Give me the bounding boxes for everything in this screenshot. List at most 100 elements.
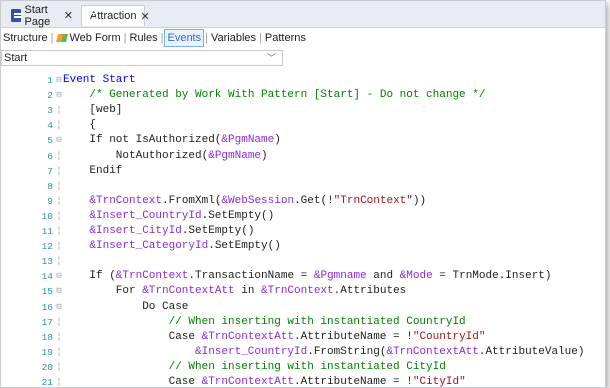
fold-toggle-icon[interactable]: ⊟ [55,284,63,299]
fold-guide: ¦ [56,180,62,191]
code-text: // When inserting with instantiated Coun… [169,315,466,330]
code-token: &Pgmname [313,270,367,283]
event-selector-value: Start [4,52,28,64]
code-token: .TransactionName = [188,270,314,283]
code-token: Event Start [63,74,136,86]
code-token: [web] [89,104,123,117]
code-token: &Insert_CountryId [89,209,202,222]
code-token: If not IsAuthorized( [89,134,222,147]
fold-guide: ¦ [56,195,62,206]
code-token: &TrnContextAtt [142,285,235,298]
code-text: If not IsAuthorized(&PgmName) [89,133,280,148]
tab-structure[interactable]: Structure [1,30,50,46]
code-line[interactable]: 5 ⊟ If not IsAuthorized(&PgmName) [1,133,605,148]
line-number: 12 [41,241,53,253]
fold-toggle-icon[interactable]: ⊟ [55,300,63,315]
code-token: &TrnContext [261,285,334,298]
code-token: &WebSession [221,194,295,207]
code-line[interactable]: 20 ¦ // When inserting with instantiated C… [1,360,605,375]
code-token: &TrnContextAtt [201,330,295,343]
fold-guide: ¦ [56,241,62,252]
code-line[interactable]: 10 ¦ &Insert_CountryId.SetEmpty() [1,209,605,224]
code-token: "CountryId" [412,330,486,343]
code-token: .SetEmpty() [208,240,281,253]
code-line[interactable]: 12 ¦ &Insert_CategoryId.SetEmpty() [1,239,605,254]
chevron-down-icon: ﹀ [266,53,276,63]
code-token: .Attributes [333,285,407,298]
code-line[interactable]: 7 ¦ Endif [1,164,605,179]
line-number: 18 [41,331,53,343]
code-text: Do Case [142,300,188,315]
line-number: 3 [47,105,53,117]
code-token: &TrnContextAtt [386,345,479,358]
line-number: 1 [47,75,53,86]
code-text: [web] [89,103,122,118]
code-line[interactable]: 13 ¦ [1,254,605,269]
line-number: 9 [47,195,53,207]
tab-start-page[interactable]: Start Page ✕ [7,4,77,28]
code-text: Case &TrnContextAtt.AttributeName = !"Co… [169,330,486,345]
line-number: 8 [47,180,53,192]
code-line[interactable]: 19 ¦ &Insert_CountryId.FromString(&TrnCont… [1,345,605,360]
line-number: 4 [47,120,53,132]
tab-variables[interactable]: Variables [209,30,258,46]
code-line[interactable]: 11 ¦ &Insert_CityId.SetEmpty() [1,224,605,239]
tab-attraction[interactable]: Attraction ✕ [81,5,150,26]
fold-guide: ¦ [56,120,62,131]
line-number: 20 [41,361,53,373]
code-editor[interactable]: 1 ⊟ Event Start 2 ⊟/* Generated by Work With… [1,70,605,387]
document-tab-bar: Start Page ✕ Attraction ✕ [1,1,605,28]
code-token: ) [274,134,281,147]
line-number: 19 [41,346,53,358]
tab-web-form-label: Web Form [69,32,121,44]
code-token: .AttributeName = ! [294,376,413,388]
code-line[interactable]: 18 ¦ Case &TrnContextAtt.AttributeName = !… [1,330,605,345]
line-number: 11 [41,226,53,237]
code-token: NotAuthorized( [115,149,209,162]
tab-web-form[interactable]: Web Form [55,30,123,46]
code-token: Do Case [142,300,189,313]
code-line[interactable]: 4 ¦ { [1,118,605,133]
code-line[interactable]: 1 ⊟ Event Start [1,73,605,88]
line-number: 10 [41,210,53,222]
code-text: // When inserting with instantiated City… [169,360,446,375]
code-token: // When inserting with instantiated City… [168,360,446,373]
code-token: "TrnContext" [333,194,413,207]
close-icon[interactable]: ✕ [64,9,73,22]
code-line[interactable]: 2 ⊟ /* Generated by Work With Pattern [Sta… [1,88,605,103]
fold-toggle-icon[interactable]: ⊟ [55,269,63,284]
code-token: and [366,270,400,283]
code-text: /* Generated by Work With Pattern [Start… [89,88,485,103]
code-token: .FromXml( [162,194,222,207]
code-line[interactable]: 21 ¦ Case &TrnContextAtt.AttributeName = !… [1,375,605,388]
code-line[interactable]: 16 ⊟ Do Case [1,300,605,315]
code-line[interactable]: 8 ¦ [1,179,605,194]
code-token: &Insert_CityId [89,225,182,237]
code-token: Case [168,376,202,388]
code-token: &TrnContextAtt [201,376,295,388]
fold-toggle-icon[interactable]: ⊟ [55,133,63,148]
code-token: .AttributeName = ! [294,330,413,343]
line-number: 6 [47,150,53,162]
fold-toggle-icon[interactable]: ⊟ [55,88,63,103]
tab-events[interactable]: Events [164,29,205,47]
fold-toggle-icon[interactable]: ⊟ [55,73,63,88]
fold-guide: ¦ [56,331,62,342]
code-token: )) [412,194,427,207]
close-icon[interactable]: ✕ [140,10,149,23]
fold-guide: ¦ [56,165,62,176]
event-selector[interactable]: Start ﹀ [1,50,283,66]
line-number: 14 [41,271,53,283]
code-line[interactable]: 17 ¦ // When inserting with instantiated C… [1,315,605,330]
code-line[interactable]: 14 ⊟ If (&TrnContext.TransactionName = &Pg… [1,269,605,284]
tab-rules[interactable]: Rules [128,30,160,46]
tab-patterns[interactable]: Patterns [263,30,308,46]
code-token: &TrnContext [89,194,163,207]
line-number: 2 [47,90,53,102]
code-token: &Insert_CountryId [195,345,308,358]
code-line[interactable]: 9 ¦ &TrnContext.FromXml(&WebSession.Get(!"… [1,194,605,209]
code-line[interactable]: 15 ⊟ For &TrnContextAtt in &TrnContext.Att… [1,284,605,299]
code-line[interactable]: 6 ¦ NotAuthorized(&PgmName) [1,149,605,164]
code-line[interactable]: 3 ¦ [web] [1,103,605,118]
code-text: &Insert_CountryId.SetEmpty() [89,209,274,224]
